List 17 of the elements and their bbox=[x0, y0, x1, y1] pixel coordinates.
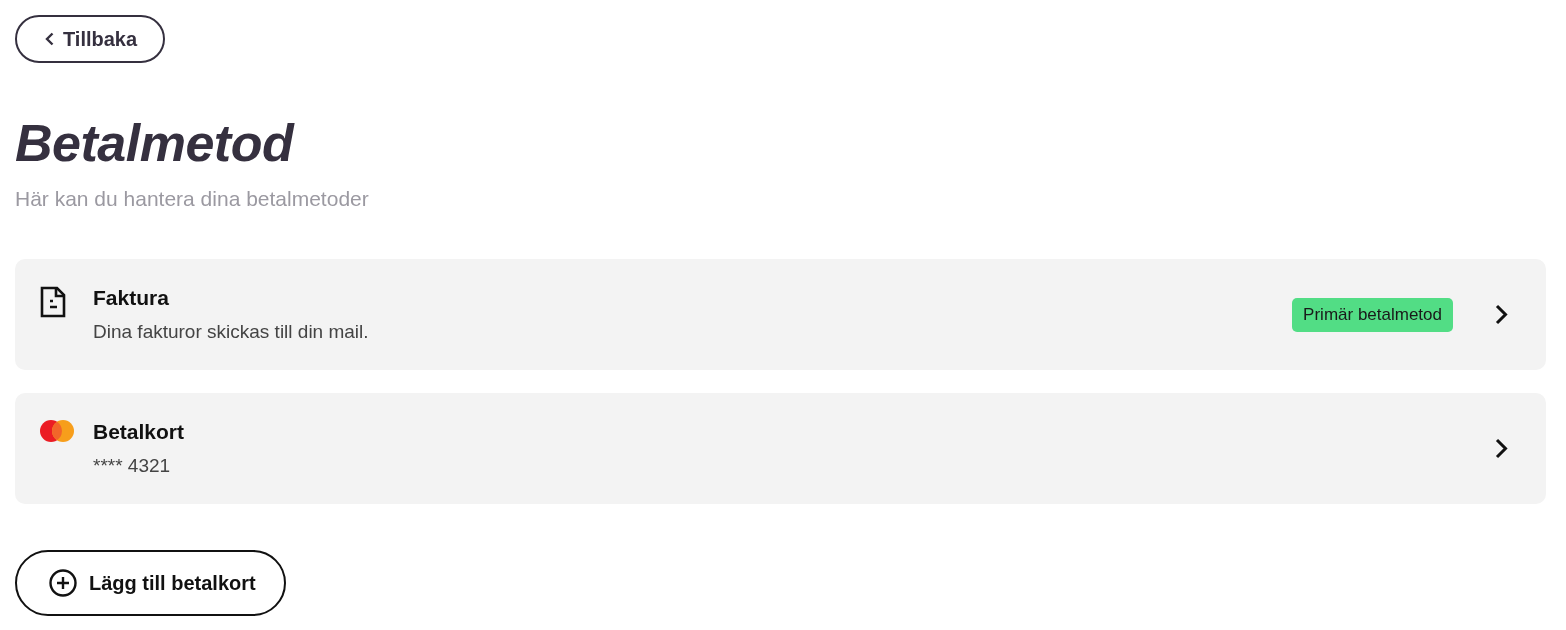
method-title: Betalkort bbox=[93, 419, 186, 445]
payment-method-card[interactable]: Betalkort **** 4321 bbox=[15, 393, 1546, 504]
payment-method-card[interactable]: Faktura Dina fakturor skickas till din mail. Primär betalmetod bbox=[15, 259, 1546, 370]
primary-badge: Primär betalmetod bbox=[1292, 297, 1453, 332]
page-subtitle: Här kan du hantera dina betalmetoder bbox=[15, 186, 369, 212]
method-title: Faktura bbox=[93, 285, 170, 311]
page-title: Betalmetod bbox=[15, 113, 294, 174]
document-icon bbox=[40, 286, 66, 318]
chevron-right-icon bbox=[1495, 304, 1508, 325]
plus-circle-icon bbox=[49, 569, 77, 597]
method-detail: **** 4321 bbox=[93, 454, 172, 478]
chevron-right-icon bbox=[1495, 438, 1508, 459]
card-logo-icon bbox=[40, 420, 74, 442]
add-card-button[interactable]: Lägg till betalkort bbox=[15, 550, 286, 616]
back-button[interactable]: Tillbaka bbox=[15, 15, 166, 63]
chevron-left-icon bbox=[45, 32, 54, 46]
method-detail: Dina fakturor skickas till din mail. bbox=[93, 320, 370, 344]
